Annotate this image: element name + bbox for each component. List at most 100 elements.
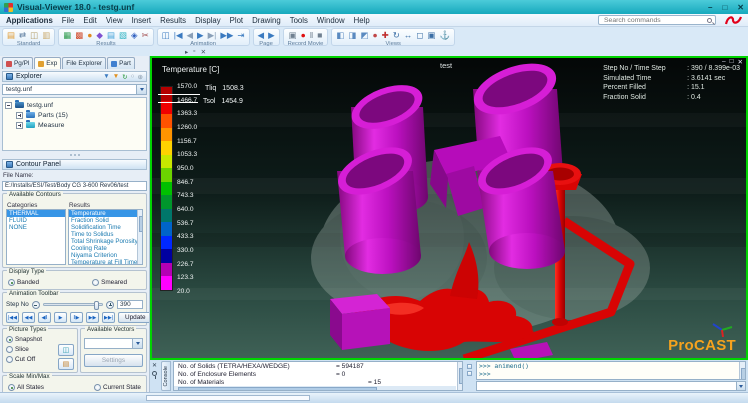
- list-item[interactable]: THERMAL: [7, 210, 65, 217]
- go-first-button[interactable]: |◀◀: [6, 312, 19, 323]
- categories-list[interactable]: THERMAL FLUID NONE: [6, 209, 66, 265]
- top-view-icon[interactable]: ◩: [360, 29, 368, 41]
- list-item[interactable]: Temperature: [69, 210, 137, 217]
- log-hscrollbar[interactable]: [174, 386, 456, 390]
- tab-part[interactable]: Part: [107, 57, 135, 69]
- fast-forward-button[interactable]: ▶▶: [86, 312, 99, 323]
- list-item[interactable]: Niyama Criterion: [69, 252, 137, 259]
- cutoff-tool-button[interactable]: ▤: [58, 358, 74, 370]
- tree-item-parts[interactable]: Parts (15): [5, 110, 144, 120]
- tab-file-explorer[interactable]: File Explorer: [62, 57, 106, 69]
- step-minus-button[interactable]: [32, 301, 40, 309]
- probe-icon[interactable]: ◈: [131, 29, 138, 41]
- axes-icon[interactable]: ✚: [382, 29, 389, 41]
- open-file-icon[interactable]: ▤: [7, 29, 15, 41]
- dock-float-icon[interactable]: ▸: [185, 48, 188, 56]
- cut-plane-icon[interactable]: ▧: [119, 29, 127, 41]
- maximize-icon[interactable]: □: [722, 3, 727, 12]
- next-frame-icon[interactable]: ▶|: [208, 29, 217, 41]
- camera-icon[interactable]: ▣: [289, 29, 297, 41]
- console-tab[interactable]: Console: [161, 361, 171, 391]
- menu-insert[interactable]: Insert: [132, 16, 152, 25]
- iso-view-icon[interactable]: ◧: [336, 29, 344, 41]
- search-icon[interactable]: [707, 18, 712, 23]
- list-item[interactable]: Temperature at Fill Time: [69, 259, 137, 265]
- radio-smeared[interactable]: Smeared: [92, 279, 127, 286]
- menu-drawing[interactable]: Drawing: [252, 16, 281, 25]
- python-shell-output[interactable]: >>> animend() >>>: [476, 361, 746, 380]
- shell-history-arrow-icon[interactable]: [736, 382, 745, 390]
- last-frame-icon[interactable]: ▶▶: [220, 29, 233, 41]
- first-frame-icon[interactable]: |◀: [174, 29, 183, 41]
- radio-slice[interactable]: Slice: [6, 346, 55, 353]
- radio-cutoff[interactable]: Cut Off: [6, 356, 55, 363]
- pause-icon[interactable]: ‖: [310, 29, 314, 41]
- play-icon[interactable]: ▶: [197, 29, 204, 41]
- step-back-button[interactable]: ◀‖: [38, 312, 51, 323]
- file-name-field[interactable]: E:/Installs/ESI/Test/Body CG 3-600 Rev06…: [2, 181, 147, 191]
- status-strip-scrollbox[interactable]: [146, 395, 310, 401]
- tab-pgpl[interactable]: Pg/Pl: [2, 57, 33, 69]
- update-button[interactable]: Update: [118, 312, 150, 323]
- menu-file[interactable]: File: [62, 16, 75, 25]
- console-divider[interactable]: [465, 361, 474, 391]
- copy-page-icon[interactable]: ◫: [30, 29, 38, 41]
- fit-view-icon[interactable]: ▣: [427, 29, 435, 41]
- world-icon[interactable]: ●: [372, 29, 377, 41]
- menu-display[interactable]: Display: [195, 16, 221, 25]
- anchor-icon[interactable]: ⚓: [439, 29, 450, 41]
- more-icon[interactable]: ⊕: [138, 73, 143, 81]
- list-item[interactable]: Time to Solidus: [69, 231, 137, 238]
- menu-results[interactable]: Results: [160, 16, 186, 25]
- message-log[interactable]: No. of Solids (TETRA/HEXA/WEDGE)= 594187…: [173, 361, 463, 391]
- 3d-viewport[interactable]: – □ ✕ test Temperature [C] 1570.0 1466.7…: [150, 56, 748, 360]
- list-item[interactable]: FLUID: [7, 217, 65, 224]
- list-item[interactable]: Total Shrinkage Porosity: [69, 238, 137, 245]
- load-results-icon[interactable]: ▦: [63, 29, 71, 41]
- menu-tools[interactable]: Tools: [290, 16, 308, 25]
- vectors-combo[interactable]: [84, 338, 143, 349]
- new-page-icon[interactable]: ○: [131, 73, 135, 81]
- settings-button[interactable]: Settings: [84, 354, 143, 367]
- results-list[interactable]: Temperature Fraction Solid Solidificatio…: [68, 209, 143, 265]
- tree-item-measure[interactable]: Measure: [5, 120, 144, 130]
- menu-edit[interactable]: Edit: [83, 16, 96, 25]
- filter-icon[interactable]: ▼: [103, 73, 109, 81]
- spectrum-icon[interactable]: ▩: [75, 29, 83, 41]
- python-shell-input[interactable]: [476, 381, 746, 391]
- list-item[interactable]: Solidification Time: [69, 224, 137, 231]
- front-view-icon[interactable]: ◨: [348, 29, 356, 41]
- list-item[interactable]: NONE: [7, 224, 65, 231]
- results-scrollbar[interactable]: [137, 210, 142, 264]
- list-item[interactable]: Fraction Solid: [69, 217, 137, 224]
- step-plus-button[interactable]: [106, 301, 114, 309]
- menu-plot[interactable]: Plot: [230, 16, 243, 25]
- go-last-button[interactable]: ▶▶|: [102, 312, 115, 323]
- list-item[interactable]: Cooling Rate: [69, 245, 137, 252]
- search-input[interactable]: [602, 16, 705, 25]
- menu-view[interactable]: View: [106, 16, 123, 25]
- minimize-icon[interactable]: –: [708, 3, 712, 12]
- combo-arrow-icon[interactable]: [132, 339, 142, 348]
- scissors-icon[interactable]: ✂: [142, 29, 149, 41]
- tab-exp[interactable]: Exp: [34, 57, 61, 69]
- log-vscrollbar[interactable]: [457, 362, 462, 390]
- dock-close-icon[interactable]: ✕: [201, 48, 206, 56]
- iso-surface-icon[interactable]: ◆: [96, 29, 103, 41]
- panel-splitter[interactable]: [2, 153, 147, 157]
- dock-restore-icon[interactable]: ▫: [193, 48, 195, 56]
- console-pin-icon[interactable]: [152, 371, 157, 376]
- vector-plot-icon[interactable]: ▤: [107, 29, 115, 41]
- console-close-icon[interactable]: ✕: [152, 362, 157, 369]
- menu-applications[interactable]: Applications: [6, 16, 53, 25]
- model-combo[interactable]: testg.unf: [2, 84, 147, 95]
- menu-window[interactable]: Window: [317, 16, 345, 25]
- shell-vscrollbar[interactable]: [739, 362, 745, 379]
- combo-arrow-icon[interactable]: [136, 85, 146, 94]
- prev-frame-icon[interactable]: ◀: [186, 29, 193, 41]
- prev-page-icon[interactable]: ◀: [258, 29, 265, 41]
- tree-item-root[interactable]: testg.unf: [5, 100, 144, 110]
- tree-expander-icon[interactable]: [16, 122, 23, 129]
- refresh-icon[interactable]: ↻: [122, 73, 127, 81]
- contour-sphere-icon[interactable]: ●: [87, 29, 92, 41]
